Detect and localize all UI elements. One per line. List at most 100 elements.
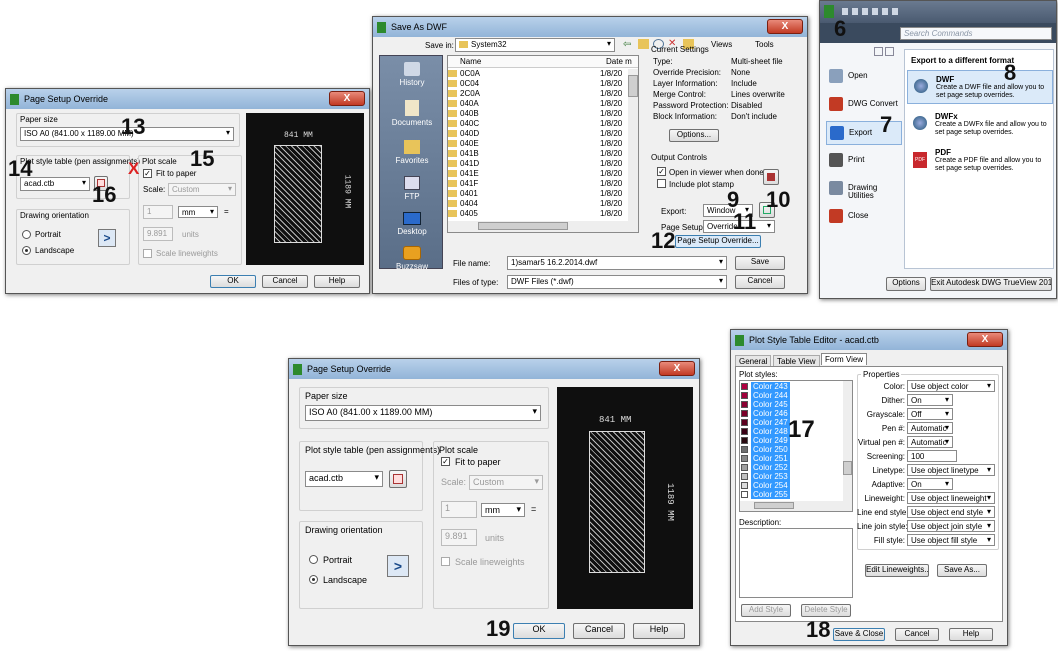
col-name[interactable]: Name (460, 57, 481, 66)
plot-style-item[interactable]: Color 251 (741, 454, 841, 463)
edit-lineweights-button[interactable]: Edit Lineweights... (865, 564, 929, 577)
plot-style-item[interactable]: Color 254 (741, 481, 841, 490)
plot-style-item[interactable]: Color 253 (741, 472, 841, 481)
scale-numerator-input[interactable]: 1 (441, 501, 477, 518)
property-value[interactable]: Automatic (907, 436, 953, 448)
file-row[interactable]: 0401 1/8/20 (448, 189, 628, 198)
description-box[interactable] (739, 528, 853, 598)
scroll-thumb[interactable] (754, 502, 794, 509)
property-value[interactable]: On (907, 478, 953, 490)
open-docs-icon[interactable] (885, 47, 894, 56)
add-style-button[interactable]: Add Style (741, 604, 791, 617)
save-close-button[interactable]: Save & Close (833, 628, 885, 641)
edit-plot-style-button[interactable] (389, 470, 407, 488)
scroll-thumb[interactable] (628, 75, 638, 97)
property-value[interactable]: Off (907, 408, 953, 420)
app-button[interactable] (824, 5, 834, 18)
plot-style-item[interactable]: Color 250 (741, 445, 841, 454)
include-stamp-checkbox[interactable] (657, 179, 666, 188)
property-value[interactable]: On (907, 394, 953, 406)
file-row[interactable]: 040C 1/8/20 (448, 119, 628, 128)
fit-to-paper-checkbox[interactable]: ✓ (441, 457, 450, 466)
file-row[interactable]: 2C0A 1/8/20 (448, 89, 628, 98)
menu-item-print[interactable]: Print (826, 149, 902, 173)
tab-form-view[interactable]: Form View (821, 353, 868, 365)
property-value[interactable]: Use object linetype (907, 464, 995, 476)
menu-item-open[interactable]: Open (826, 65, 902, 89)
format-dwf[interactable]: DWF Create a DWF file and allow you to s… (907, 70, 1053, 104)
menu-item-close[interactable]: Close (826, 205, 902, 229)
file-row[interactable]: 041E 1/8/20 (448, 169, 628, 178)
delete-style-button[interactable]: Delete Style (801, 604, 851, 617)
save-in-select[interactable]: System32 (455, 38, 615, 52)
help-button[interactable]: Help (633, 623, 685, 639)
property-value[interactable]: Automatic (907, 422, 953, 434)
file-row[interactable]: 0404 1/8/20 (448, 199, 628, 208)
scale-lineweights-checkbox[interactable] (441, 557, 450, 566)
open-in-viewer-checkbox[interactable]: ✓ (657, 167, 666, 176)
property-value[interactable]: Use object end style (907, 506, 995, 518)
format-pdf[interactable]: PDF PDF Create a PDF file and allow you … (907, 144, 1053, 178)
views-menu[interactable]: Views (711, 40, 732, 49)
horizontal-scrollbar[interactable] (448, 221, 638, 232)
cancel-button[interactable]: Cancel (735, 275, 785, 289)
fit-to-paper-checkbox[interactable]: ✓ (143, 169, 152, 178)
file-row[interactable]: 041F 1/8/20 (448, 179, 628, 188)
close-button[interactable]: X (967, 332, 1003, 347)
help-button[interactable]: Help (949, 628, 993, 641)
file-row[interactable]: 040E 1/8/20 (448, 139, 628, 148)
options-button[interactable]: Options... (669, 129, 719, 142)
property-value[interactable]: Use object join style (907, 520, 995, 532)
col-date[interactable]: Date m (606, 57, 632, 66)
file-row[interactable]: 041D 1/8/20 (448, 159, 628, 168)
cancel-button[interactable]: Cancel (262, 275, 308, 288)
ok-button[interactable]: OK (210, 275, 256, 288)
format-dwfx[interactable]: DWFx Create a DWFx file and allow you to… (907, 108, 1053, 142)
unit-select[interactable]: mm (178, 206, 218, 218)
file-row[interactable]: 0C0A 1/8/20 (448, 69, 628, 78)
page-setup-override-button[interactable]: Page Setup Override... (675, 235, 761, 248)
close-button[interactable]: X (767, 19, 803, 34)
property-value[interactable]: Use object fill style (907, 534, 995, 546)
search-commands-input[interactable]: Search Commands (900, 27, 1052, 40)
units-input[interactable]: 9.891 (441, 529, 477, 546)
plot-style-item[interactable]: Color 255 (741, 490, 841, 499)
exit-button[interactable]: Exit Autodesk DWG TrueView 2014 (930, 277, 1052, 291)
file-row[interactable]: 0405 1/8/20 (448, 209, 628, 218)
paper-size-select[interactable]: ISO A0 (841.00 x 1189.00 MM) (305, 405, 541, 421)
landscape-radio[interactable] (309, 575, 318, 584)
options-button[interactable]: Options (886, 277, 926, 291)
plot-style-item[interactable]: Color 244 (741, 391, 841, 400)
portrait-radio[interactable] (309, 555, 318, 564)
property-value[interactable]: Use object lineweight (907, 492, 995, 504)
plot-style-item[interactable]: Color 245 (741, 400, 841, 409)
tools-menu[interactable]: Tools (755, 40, 774, 49)
vertical-scrollbar[interactable] (843, 381, 852, 501)
portrait-radio[interactable] (22, 230, 31, 239)
scale-select[interactable]: Custom (469, 475, 543, 490)
file-row[interactable]: 040B 1/8/20 (448, 109, 628, 118)
save-as-button[interactable]: Save As... (937, 564, 987, 577)
file-name-input[interactable]: 1)samar5 16.2.2014.dwf (507, 256, 727, 270)
scale-lineweights-checkbox[interactable] (143, 249, 152, 258)
place-history[interactable]: History (384, 62, 440, 87)
scroll-thumb[interactable] (843, 461, 852, 475)
plot-style-select[interactable]: acad.ctb (305, 471, 383, 487)
scroll-thumb[interactable] (478, 222, 568, 230)
plot-stamp-settings-button[interactable] (763, 169, 779, 185)
menu-item-drawing-utilities[interactable]: Drawing Utilities (826, 177, 902, 201)
scale-select[interactable]: Custom (168, 183, 236, 196)
place-buzzsaw[interactable]: Buzzsaw (384, 246, 440, 271)
close-button[interactable]: X (329, 91, 365, 106)
cancel-button[interactable]: Cancel (895, 628, 939, 641)
place-favorites[interactable]: Favorites (384, 140, 440, 165)
files-of-type-select[interactable]: DWF Files (*.dwf) (507, 275, 727, 289)
up-folder-icon[interactable] (638, 39, 649, 49)
property-value[interactable]: Use object color (907, 380, 995, 392)
file-row[interactable]: 0C04 1/8/20 (448, 79, 628, 88)
horizontal-scrollbar[interactable] (740, 501, 852, 511)
help-button[interactable]: Help (314, 275, 360, 288)
place-ftp[interactable]: FTP (384, 176, 440, 201)
plot-style-item[interactable]: Color 252 (741, 463, 841, 472)
units-input[interactable]: 9.891 (143, 227, 173, 241)
